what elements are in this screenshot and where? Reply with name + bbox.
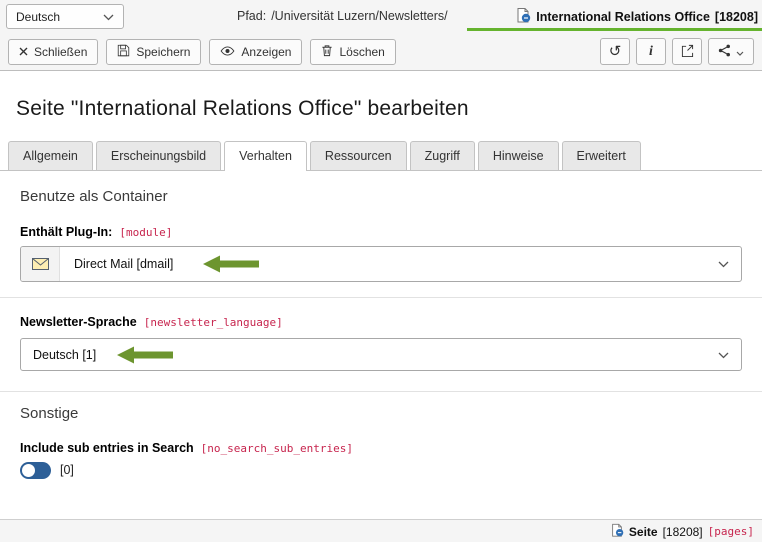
page-icon (610, 523, 624, 540)
tab-zugriff[interactable]: Zugriff (410, 141, 475, 171)
external-link-icon (681, 44, 694, 60)
footer-uid: [18208] (663, 525, 703, 539)
search-field-label: Include sub entries in Search (20, 441, 194, 455)
search-toggle[interactable] (20, 462, 51, 479)
annotation-arrow (203, 255, 259, 278)
history-icon: ↺ (609, 44, 622, 59)
tab-allgemein[interactable]: Allgemein (8, 141, 93, 171)
share-icon (718, 44, 731, 60)
tab-verhalten[interactable]: Verhalten (224, 141, 307, 172)
plugin-field-code: [module] (119, 226, 172, 239)
plugin-select[interactable]: Direct Mail [dmail] (20, 246, 742, 282)
chevron-down-icon (103, 10, 114, 24)
info-button[interactable]: i (636, 38, 666, 65)
save-icon (117, 44, 130, 60)
newsletter-language-field-label: Newsletter-Sprache (20, 315, 137, 329)
tab-ressourcen[interactable]: Ressourcen (310, 141, 407, 171)
eye-icon (220, 45, 235, 59)
toolbar-left: Schließen Speichern (8, 39, 396, 65)
record-title: International Relations Office (536, 10, 710, 24)
breadcrumb: Pfad: /Universität Luzern/Newsletters/ (237, 9, 448, 23)
tab-erweitert[interactable]: Erweitert (562, 141, 641, 171)
close-icon (19, 45, 28, 59)
share-button[interactable] (708, 38, 754, 65)
tab-bar: Allgemein Erscheinungsbild Verhalten Res… (0, 139, 762, 171)
footer-bar: Seite [18208] [pages] (0, 519, 762, 542)
typo3-page-edit-screen: Deutsch Pfad: /Universität Luzern/Newsle… (0, 0, 762, 542)
field-label-plugin: Enthält Plug-In: [module] (20, 225, 172, 239)
plugin-select-value: Direct Mail [dmail] (60, 247, 173, 281)
trash-icon (321, 44, 333, 60)
save-button[interactable]: Speichern (106, 39, 201, 65)
save-button-label: Speichern (136, 45, 190, 59)
language-select[interactable]: Deutsch (6, 4, 124, 29)
annotation-arrow (117, 346, 173, 369)
footer-type-label: Seite (629, 525, 658, 539)
open-in-new-window-button[interactable] (672, 38, 702, 65)
direct-mail-envelope-icon (21, 247, 60, 281)
history-button[interactable]: ↺ (600, 38, 630, 65)
toolbar-right: ↺ i (600, 38, 754, 65)
doc-header: Deutsch Pfad: /Universität Luzern/Newsle… (0, 0, 762, 71)
section-divider (0, 297, 762, 298)
view-button-label: Anzeigen (241, 45, 291, 59)
footer-record-info: Seite [18208] [pages] (610, 523, 754, 540)
page-icon (515, 7, 531, 26)
section-legend-misc: Sonstige (20, 405, 78, 422)
delete-button-label: Löschen (339, 45, 384, 59)
tab-hinweise[interactable]: Hinweise (478, 141, 559, 171)
chevron-down-icon (736, 44, 744, 59)
page-title: Seite "International Relations Office" b… (16, 97, 469, 121)
search-field-code: [no_search_sub_entries] (201, 442, 353, 455)
chevron-down-icon (718, 255, 729, 273)
record-header: International Relations Office [18208] (515, 7, 758, 26)
breadcrumb-value: /Universität Luzern/Newsletters/ (271, 9, 447, 23)
tab-erscheinungsbild[interactable]: Erscheinungsbild (96, 141, 221, 171)
footer-table-name: [pages] (708, 525, 754, 538)
record-highlight-underline (467, 28, 762, 31)
section-legend-container: Benutze als Container (20, 188, 168, 205)
newsletter-language-select-value: Deutsch [1] (21, 339, 96, 370)
toggle-knob (22, 464, 35, 477)
plugin-field-label: Enthält Plug-In: (20, 225, 112, 239)
section-divider (0, 391, 762, 392)
view-button[interactable]: Anzeigen (209, 39, 302, 65)
newsletter-language-field-code: [newsletter_language] (144, 316, 283, 329)
delete-button[interactable]: Löschen (310, 39, 395, 65)
language-select-value: Deutsch (16, 10, 60, 24)
field-label-newsletter-language: Newsletter-Sprache [newsletter_language] (20, 315, 283, 329)
close-button-label: Schließen (34, 45, 87, 59)
chevron-down-icon (718, 346, 729, 364)
info-icon: i (649, 45, 653, 59)
field-label-search: Include sub entries in Search [no_search… (20, 441, 353, 455)
close-button[interactable]: Schließen (8, 39, 98, 65)
record-uid: [18208] (715, 10, 758, 24)
breadcrumb-label: Pfad: (237, 9, 266, 23)
toggle-value: [0] (60, 463, 74, 477)
